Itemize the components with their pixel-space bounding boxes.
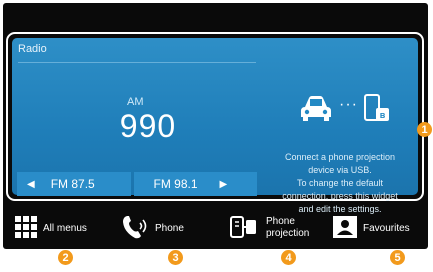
dots-icon: ··· [339, 96, 358, 113]
preset-previous-button[interactable]: ◀ FM 87.5 [17, 172, 131, 196]
message-line: To change the default [296, 178, 384, 188]
band-label: AM [127, 96, 144, 108]
preset-next-button[interactable]: FM 98.1 ▶ [133, 172, 257, 196]
arrow-right-icon: ▶ [219, 178, 228, 190]
arrow-left-icon: ◀ [27, 178, 35, 190]
phone-label: Phone [155, 222, 184, 234]
svg-text:ʙ: ʙ [380, 110, 386, 120]
radio-widget-panel[interactable]: Radio AM 990 ◀ FM 87.5 FM 98.1 ▶ ··· ʙ C… [12, 38, 418, 214]
connection-icons: ··· ʙ [299, 94, 390, 122]
car-icon [299, 95, 333, 121]
phone-projection-label: Phone projection [266, 216, 309, 240]
callout-badge-1: 1 [417, 122, 432, 137]
message-line: Connect a phone projection [284, 152, 396, 162]
preset-label: FM 98.1 [153, 177, 198, 191]
all-menus-button[interactable]: All menus [15, 208, 87, 248]
phone-projection-button[interactable]: Phone projection [230, 208, 309, 248]
frequency-display: 990 [119, 108, 177, 144]
favourites-person-icon [333, 215, 357, 241]
phone-projection-label-line2: projection [266, 228, 310, 239]
preset-bar: ◀ FM 87.5 FM 98.1 ▶ [17, 172, 257, 196]
phone-handset-icon [121, 214, 149, 243]
connection-message: Connect a phone projection device via US… [264, 151, 416, 216]
message-line: device via USB. [308, 165, 372, 175]
all-menus-label: All menus [43, 222, 87, 234]
favourites-label: Favourites [363, 222, 410, 234]
message-line: connection, press this widget [282, 191, 398, 201]
callout-badge-2: 2 [58, 250, 73, 265]
radio-widget[interactable]: Radio AM 990 ◀ FM 87.5 FM 98.1 ▶ ··· ʙ C… [6, 32, 424, 214]
preset-label: FM 87.5 [50, 177, 95, 191]
bottom-menu-bar: All menus Phone Phone projection Favouri… [3, 208, 428, 248]
phone-device-icon: ʙ [363, 94, 390, 122]
phone-projection-icon [230, 214, 260, 243]
screen: Radio AM 990 ◀ FM 87.5 FM 98.1 ▶ ··· ʙ C… [0, 0, 433, 272]
callout-badge-4: 4 [281, 250, 296, 265]
callout-badge-5: 5 [390, 250, 405, 265]
favourites-button[interactable]: Favourites [333, 208, 410, 248]
callout-badge-3: 3 [168, 250, 183, 265]
title-divider [18, 62, 256, 63]
phone-button[interactable]: Phone [121, 208, 184, 248]
grid-icon [15, 215, 37, 241]
phone-projection-label-line1: Phone [266, 216, 295, 227]
radio-title: Radio [18, 43, 47, 55]
